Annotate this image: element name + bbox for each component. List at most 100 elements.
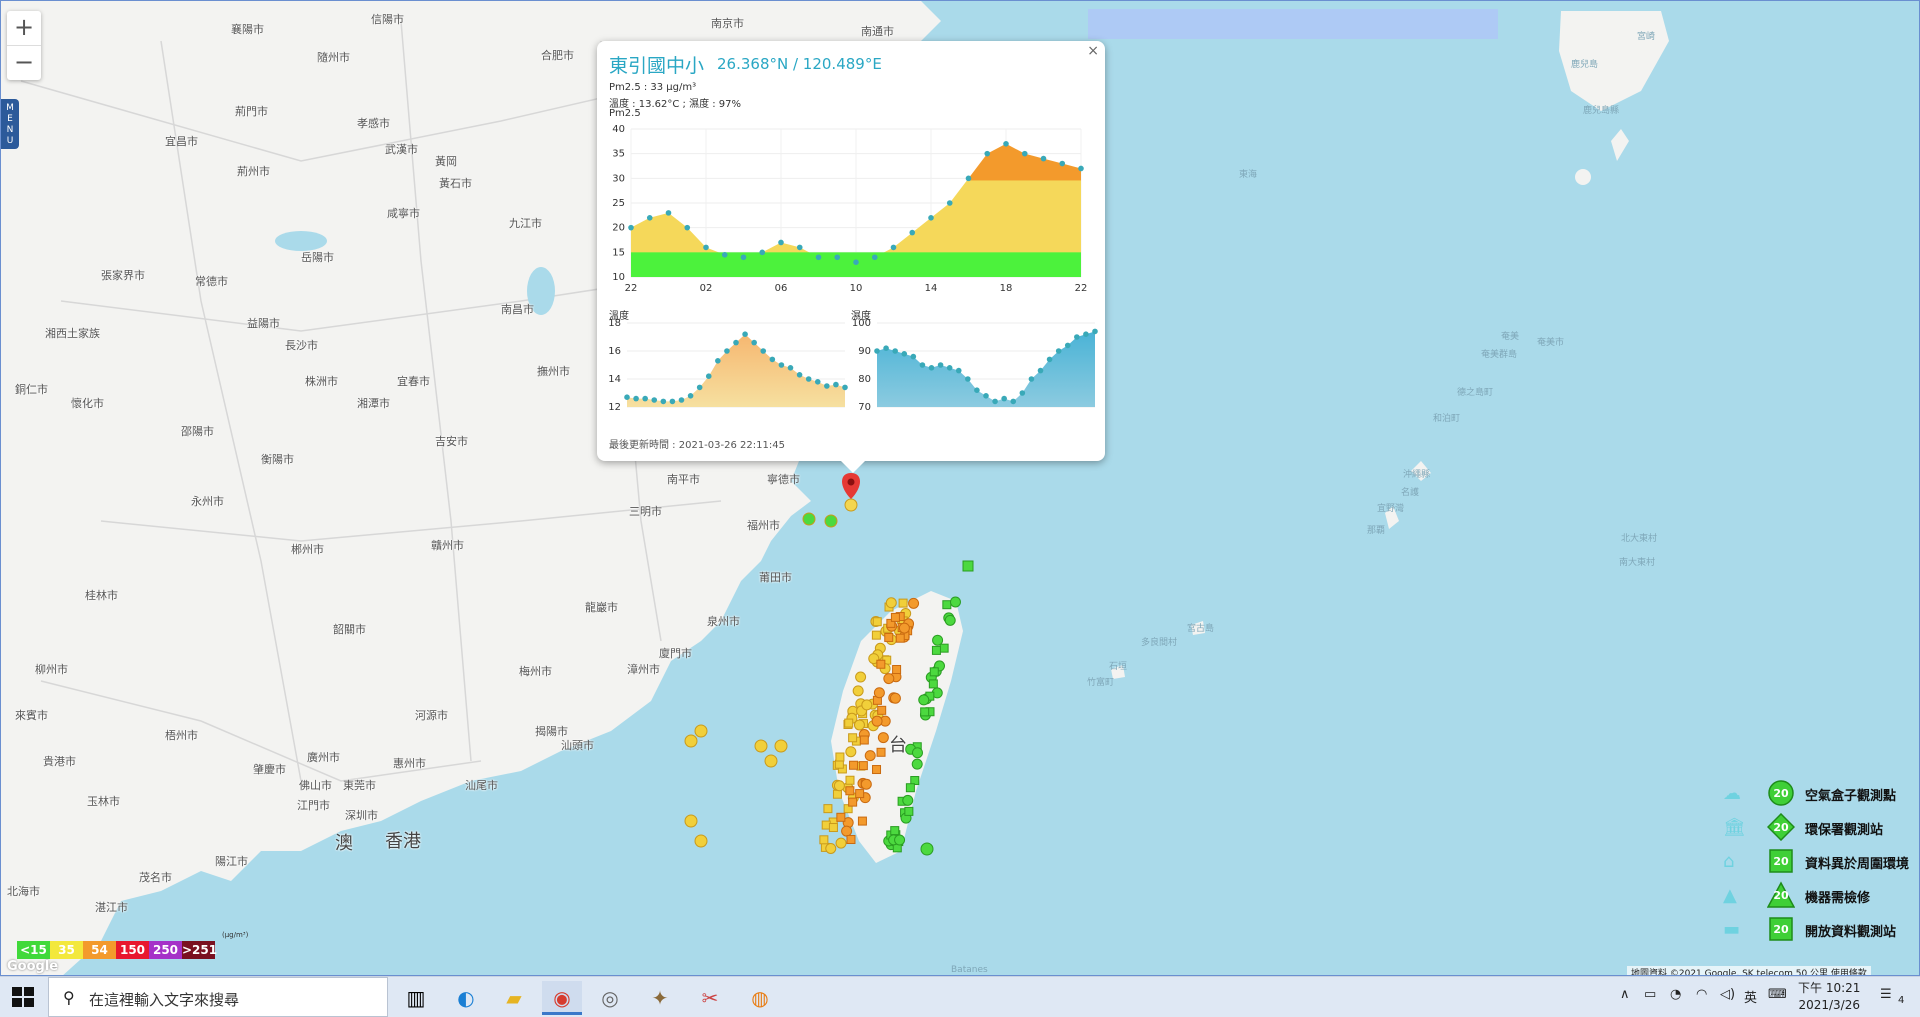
sensor-marker[interactable] bbox=[848, 733, 858, 743]
sensor-marker[interactable] bbox=[835, 752, 845, 762]
menu-tab[interactable]: MENU bbox=[1, 99, 19, 149]
sensor-marker[interactable] bbox=[902, 794, 914, 806]
data-point[interactable] bbox=[796, 372, 803, 378]
tray-ime-label[interactable]: 英 bbox=[1744, 987, 1757, 1006]
sensor-marker[interactable] bbox=[871, 715, 883, 727]
sensor-marker[interactable] bbox=[931, 645, 941, 655]
data-point[interactable] bbox=[834, 254, 841, 261]
sensor-marker[interactable] bbox=[835, 837, 847, 849]
taskbar-clock[interactable]: 下午 10:21 2021/3/26 bbox=[1798, 980, 1860, 1014]
sensor-marker[interactable] bbox=[890, 826, 900, 836]
data-point[interactable] bbox=[1046, 356, 1053, 363]
data-point[interactable] bbox=[928, 365, 935, 371]
sensor-marker[interactable] bbox=[849, 760, 859, 770]
data-point[interactable] bbox=[742, 331, 748, 337]
sensor-marker[interactable] bbox=[911, 758, 923, 770]
data-point[interactable] bbox=[1021, 150, 1028, 157]
sensor-marker[interactable] bbox=[876, 747, 886, 757]
tray-battery-icon[interactable]: ▭ bbox=[1644, 987, 1656, 1002]
sensor-marker[interactable] bbox=[845, 775, 855, 785]
sensor-marker[interactable] bbox=[852, 685, 864, 697]
sensor-marker[interactable] bbox=[942, 600, 952, 610]
data-point[interactable] bbox=[696, 384, 703, 391]
sensor-marker[interactable] bbox=[871, 630, 881, 640]
sensor-marker[interactable] bbox=[944, 614, 956, 626]
data-point[interactable] bbox=[937, 362, 944, 368]
tray-chevron-icon[interactable]: ∧ bbox=[1620, 987, 1630, 1002]
map-view[interactable]: 襄陽市 信陽市 南京市 南通市 隨州市 合肥市 荊門市 孝感市 宜昌市 武漢市 黃岡 荊州市 黃石市 咸寧… bbox=[0, 0, 1920, 976]
app-gimp-icon[interactable]: ✦ bbox=[640, 981, 680, 1015]
data-point[interactable] bbox=[874, 348, 880, 354]
data-point[interactable] bbox=[928, 215, 934, 221]
sensor-marker[interactable] bbox=[836, 812, 846, 822]
data-point[interactable] bbox=[814, 379, 821, 385]
data-point[interactable] bbox=[633, 395, 639, 402]
data-point[interactable] bbox=[703, 244, 709, 251]
sensor-marker[interactable] bbox=[764, 754, 778, 768]
sensor-marker[interactable] bbox=[832, 789, 842, 799]
data-point[interactable] bbox=[1003, 141, 1009, 147]
sensor-marker[interactable] bbox=[928, 679, 938, 689]
sensor-marker[interactable] bbox=[929, 667, 939, 677]
data-point[interactable] bbox=[646, 215, 653, 221]
sensor-marker[interactable] bbox=[905, 783, 915, 793]
sensor-marker[interactable] bbox=[918, 694, 930, 706]
file-explorer-icon[interactable]: ▰ bbox=[494, 981, 534, 1015]
sensor-marker[interactable] bbox=[932, 634, 944, 646]
notification-icon[interactable]: ☰ bbox=[1880, 987, 1892, 1002]
sensor-marker[interactable] bbox=[908, 597, 920, 609]
data-point[interactable] bbox=[1019, 390, 1026, 396]
data-point[interactable] bbox=[1010, 398, 1017, 405]
sensor-marker[interactable] bbox=[845, 786, 855, 796]
data-point[interactable] bbox=[871, 254, 878, 261]
data-point[interactable] bbox=[1083, 331, 1089, 337]
sensor-marker[interactable] bbox=[802, 512, 816, 526]
data-point[interactable] bbox=[955, 367, 962, 374]
sensor-marker[interactable] bbox=[890, 612, 900, 622]
sensor-marker[interactable] bbox=[846, 835, 856, 845]
sensor-marker[interactable] bbox=[864, 750, 876, 762]
data-point[interactable] bbox=[678, 397, 685, 403]
data-point[interactable] bbox=[901, 351, 908, 357]
data-point[interactable] bbox=[721, 252, 728, 258]
sensor-marker[interactable] bbox=[861, 699, 873, 711]
sensor-marker[interactable] bbox=[885, 597, 897, 609]
data-point[interactable] bbox=[965, 376, 971, 382]
data-point[interactable] bbox=[974, 387, 980, 393]
sensor-marker[interactable] bbox=[694, 724, 708, 738]
sensor-marker[interactable] bbox=[684, 734, 698, 748]
sensor-marker[interactable] bbox=[895, 633, 905, 643]
sensor-marker[interactable] bbox=[877, 732, 889, 744]
data-point[interactable] bbox=[1059, 160, 1066, 167]
data-point[interactable] bbox=[787, 365, 794, 371]
data-point[interactable] bbox=[1055, 348, 1062, 354]
data-point[interactable] bbox=[642, 395, 648, 402]
data-point[interactable] bbox=[992, 398, 998, 405]
sensor-marker[interactable] bbox=[855, 789, 865, 799]
data-point[interactable] bbox=[684, 224, 691, 231]
data-point[interactable] bbox=[1074, 334, 1080, 340]
data-point[interactable] bbox=[910, 353, 917, 360]
data-point[interactable] bbox=[751, 339, 757, 346]
sensor-marker[interactable] bbox=[684, 814, 698, 828]
data-point[interactable] bbox=[883, 345, 889, 351]
sensor-marker[interactable] bbox=[949, 596, 961, 608]
data-point[interactable] bbox=[909, 229, 916, 236]
data-point[interactable] bbox=[1064, 342, 1071, 349]
data-point[interactable] bbox=[984, 150, 991, 157]
sensor-marker[interactable] bbox=[892, 665, 902, 675]
sensor-marker[interactable] bbox=[848, 797, 858, 807]
app-snip-icon[interactable]: ✂ bbox=[690, 981, 730, 1015]
sensor-marker[interactable] bbox=[860, 778, 872, 790]
sensor-marker[interactable] bbox=[962, 560, 974, 572]
sensor-marker[interactable] bbox=[873, 687, 885, 699]
windows-start-icon[interactable] bbox=[12, 987, 34, 1007]
sensor-marker[interactable] bbox=[858, 761, 868, 771]
sensor-marker[interactable] bbox=[939, 643, 949, 653]
zoom-out-button[interactable]: − bbox=[7, 45, 41, 80]
sensor-marker[interactable] bbox=[841, 825, 853, 837]
sensor-marker[interactable] bbox=[898, 598, 908, 608]
tray-wifi-icon[interactable]: ◠ bbox=[1696, 987, 1707, 1002]
app-compass-icon[interactable]: ◎ bbox=[590, 981, 630, 1015]
data-point[interactable] bbox=[853, 259, 859, 265]
